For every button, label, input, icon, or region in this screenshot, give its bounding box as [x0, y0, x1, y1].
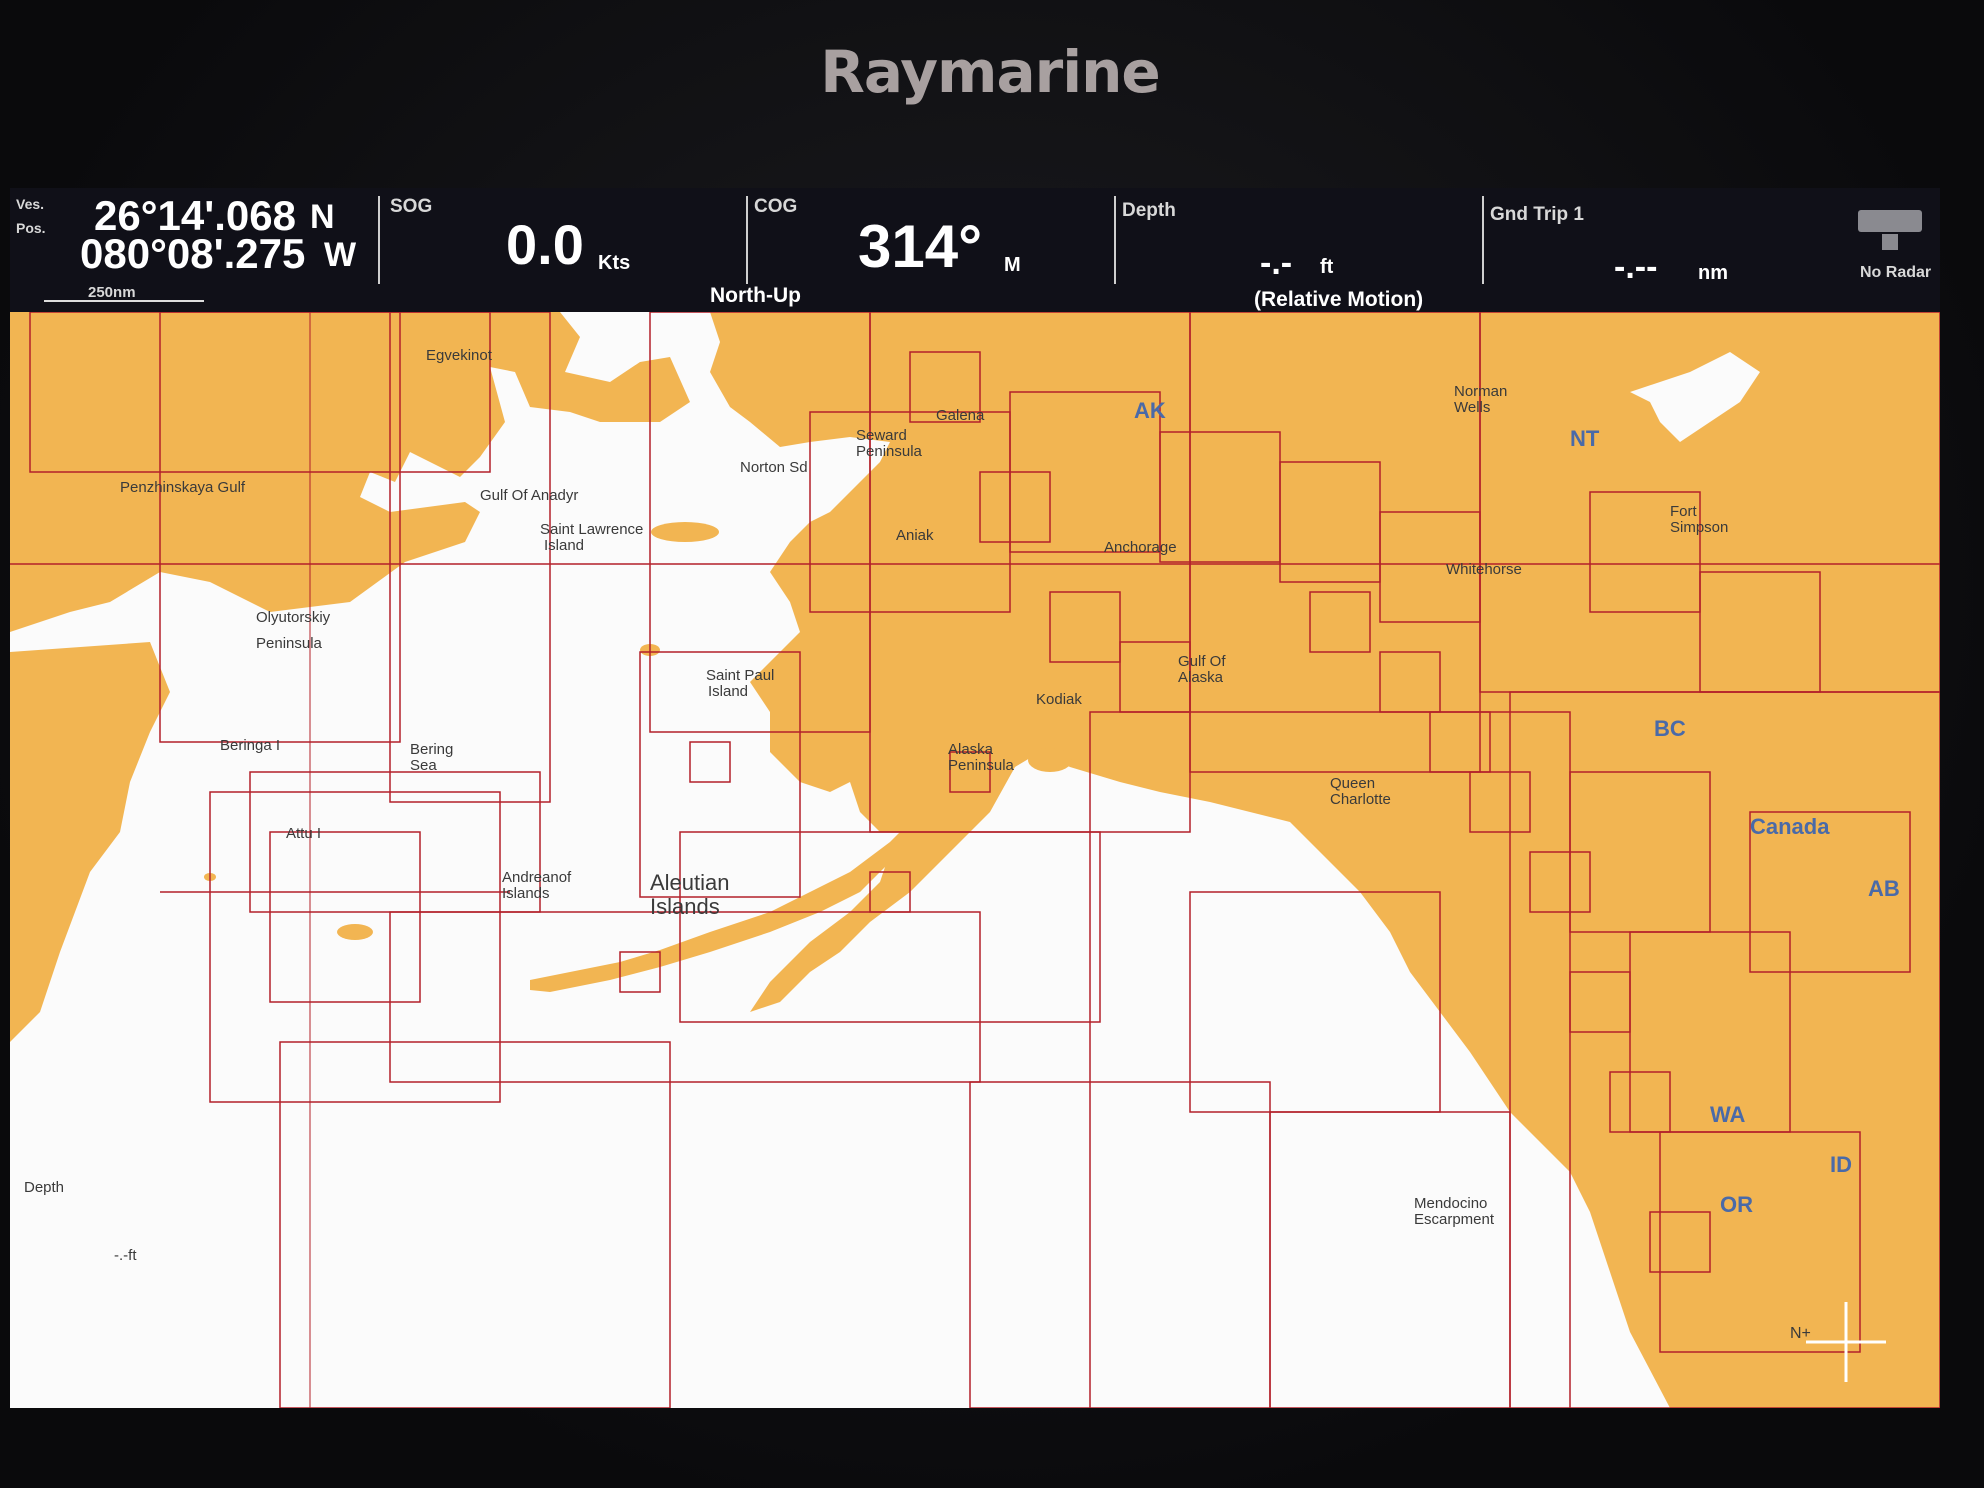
place-label: Olyutorskiy — [256, 609, 331, 626]
place-label: Seward — [856, 427, 907, 444]
region-label: Canada — [1750, 814, 1830, 839]
sog-cell[interactable]: SOG 0.0 Kts — [380, 188, 758, 312]
region-label: BC — [1654, 716, 1686, 741]
scale-bar — [44, 300, 204, 302]
land-attu-island — [337, 924, 373, 940]
depth-value: -.- — [1260, 244, 1293, 282]
cog-value: 314° — [858, 213, 983, 280]
sog-value: 0.0 — [506, 213, 584, 276]
sog-label: SOG — [390, 196, 433, 217]
place-label: Alaska — [1178, 669, 1224, 686]
trip-unit: nm — [1698, 262, 1728, 284]
chart-map[interactable]: Egvekinot Penzhinskaya Gulf Gulf Of Anad… — [10, 312, 1940, 1408]
radar-cell[interactable]: No Radar — [1816, 188, 1940, 312]
place-label: Peninsula — [256, 635, 323, 652]
place-label: Depth — [24, 1179, 64, 1196]
place-label: Escarpment — [1414, 1211, 1495, 1228]
data-bar: Ves. Pos. 26°14'.068 N 080°08'.275 W 250… — [10, 188, 1940, 312]
place-label: Attu I — [286, 825, 321, 842]
cog-label: COG — [754, 196, 798, 217]
latitude-hemisphere: N — [310, 198, 335, 236]
depth-cell[interactable]: Depth -.- ft (Relative Motion) — [1118, 188, 1488, 312]
compass-label: N+ — [1790, 1325, 1811, 1342]
position-label-top: Ves. — [16, 196, 45, 212]
place-label: Peninsula — [856, 443, 923, 460]
place-label: Norton Sd — [740, 459, 808, 476]
place-label: Saint Lawrence — [540, 521, 643, 538]
region-label: OR — [1720, 1192, 1753, 1217]
cog-unit: M — [1004, 254, 1021, 276]
place-label: Queen — [1330, 775, 1375, 792]
motion-mode[interactable]: (Relative Motion) — [1254, 288, 1423, 312]
chart-canvas[interactable]: Egvekinot Penzhinskaya Gulf Gulf Of Anad… — [10, 312, 1940, 1408]
orientation-mode[interactable]: North-Up — [710, 284, 801, 308]
radar-icon — [1858, 210, 1922, 232]
place-label: Andreanof — [502, 869, 572, 886]
place-label: Penzhinskaya Gulf — [120, 479, 246, 496]
place-label: Charlotte — [1330, 791, 1391, 808]
place-label: Beringa I — [220, 737, 280, 754]
divider-3 — [1114, 196, 1116, 284]
trip-value: -.-- — [1614, 248, 1658, 286]
trip-label: Gnd Trip 1 — [1490, 204, 1584, 225]
place-label: Norman — [1454, 383, 1507, 400]
place-label: Bering — [410, 741, 453, 758]
land-kodiak-island — [1028, 748, 1072, 772]
place-label: Sea — [410, 757, 437, 774]
place-label: Whitehorse — [1446, 561, 1522, 578]
place-label: Simpson — [1670, 519, 1728, 536]
region-label: ID — [1830, 1152, 1852, 1177]
brand-logo: Raymarine — [820, 38, 1161, 106]
land-st-lawrence-island — [651, 522, 719, 542]
position-label-bottom: Pos. — [16, 220, 46, 236]
cog-cell[interactable]: COG 314° M North-Up — [710, 188, 1120, 312]
place-label: Gulf Of — [1178, 653, 1226, 670]
scale-text: 250nm — [88, 284, 136, 301]
place-label: Kodiak — [1036, 691, 1082, 708]
divider-2 — [746, 196, 748, 284]
aleutian-label: Islands — [650, 894, 720, 919]
place-label: Galena — [936, 407, 985, 424]
position-cell[interactable]: Ves. Pos. 26°14'.068 N 080°08'.275 W 250… — [10, 188, 380, 312]
place-label: Island — [544, 537, 584, 554]
region-label: AK — [1134, 398, 1166, 423]
radar-icon-base — [1882, 234, 1898, 250]
place-label: Islands — [502, 885, 550, 902]
region-label: WA — [1710, 1102, 1746, 1127]
place-label: Egvekinot — [426, 347, 493, 364]
place-label: Alaska — [948, 741, 994, 758]
depth-unit: ft — [1320, 256, 1334, 278]
place-label: Fort — [1670, 503, 1698, 520]
region-label: AB — [1868, 876, 1900, 901]
sog-unit: Kts — [598, 252, 631, 274]
divider-4 — [1482, 196, 1484, 284]
place-label: Aniak — [896, 527, 934, 544]
aleutian-label: Aleutian — [650, 870, 730, 895]
place-label: -.-ft — [114, 1247, 137, 1264]
trip-cell[interactable]: Gnd Trip 1 -.-- nm — [1486, 188, 1816, 312]
place-label: Anchorage — [1104, 539, 1177, 556]
place-label: Saint Paul — [706, 667, 774, 684]
place-label: Mendocino — [1414, 1195, 1487, 1212]
longitude-hemisphere: W — [324, 236, 357, 274]
chart-screen: Ves. Pos. 26°14'.068 N 080°08'.275 W 250… — [10, 188, 1940, 1408]
depth-label: Depth — [1122, 200, 1176, 221]
place-label: Island — [708, 683, 748, 700]
place-label: Wells — [1454, 399, 1490, 416]
longitude-value: 080°08'.275 — [80, 230, 306, 277]
place-label: Peninsula — [948, 757, 1015, 774]
radar-status: No Radar — [1860, 264, 1932, 281]
place-label: Gulf Of Anadyr — [480, 487, 578, 504]
region-label: NT — [1570, 426, 1600, 451]
